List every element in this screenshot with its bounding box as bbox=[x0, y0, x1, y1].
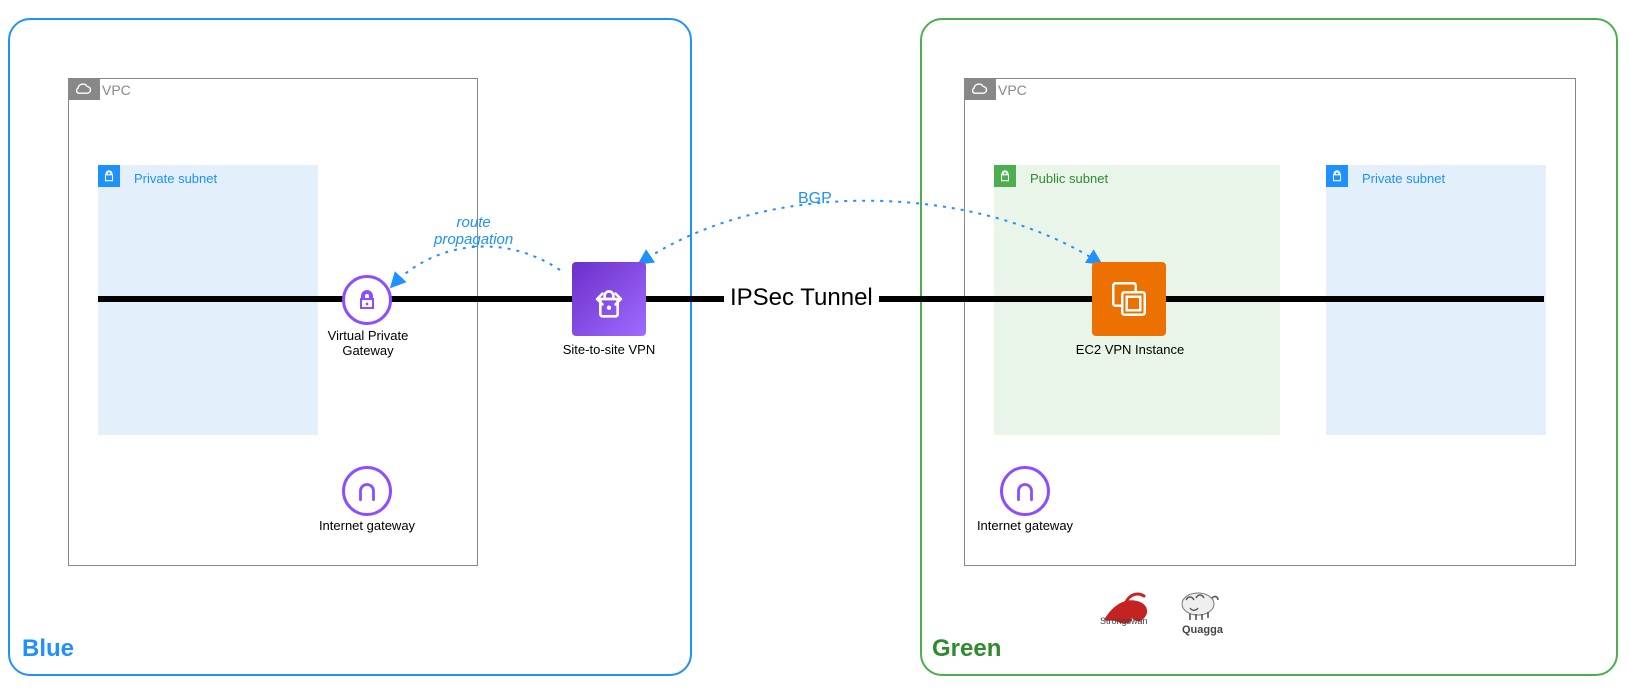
green-region-label: Green bbox=[932, 635, 1001, 663]
blue-vpc-label: VPC bbox=[102, 82, 131, 98]
green-private-subnet-label: Private subnet bbox=[1362, 171, 1445, 186]
blue-private-subnet-label: Private subnet bbox=[134, 171, 217, 186]
virtual-private-gateway-icon bbox=[342, 275, 392, 325]
blue-region-label: Blue bbox=[22, 635, 74, 663]
internet-gateway-icon bbox=[1000, 466, 1050, 516]
virtual-private-gateway-label: Virtual Private Gateway bbox=[318, 328, 418, 358]
lock-icon bbox=[994, 165, 1016, 187]
internet-gateway-icon bbox=[342, 466, 392, 516]
cloud-icon bbox=[68, 78, 100, 100]
bgp-label: BGP bbox=[798, 190, 832, 208]
ipsec-tunnel-label: IPSec Tunnel bbox=[724, 284, 879, 312]
internet-gateway-blue-label: Internet gateway bbox=[312, 518, 422, 533]
lock-icon bbox=[98, 165, 120, 187]
lock-icon bbox=[1326, 165, 1348, 187]
site-to-site-vpn-label: Site-to-site VPN bbox=[554, 342, 664, 357]
green-public-subnet-label: Public subnet bbox=[1030, 171, 1108, 186]
route-propagation-label: route propagation bbox=[434, 214, 513, 248]
strongswan-label: Strongswan bbox=[1100, 616, 1148, 626]
cloud-icon bbox=[964, 78, 996, 100]
site-to-site-vpn-icon bbox=[572, 262, 646, 336]
ec2-instance-icon bbox=[1092, 262, 1166, 336]
quagga-label: Quagga bbox=[1182, 624, 1223, 636]
internet-gateway-green-label: Internet gateway bbox=[970, 518, 1080, 533]
ec2-vpn-instance-label: EC2 VPN Instance bbox=[1072, 342, 1188, 357]
green-vpc-label: VPC bbox=[998, 82, 1027, 98]
quagga-logo bbox=[1172, 576, 1226, 624]
